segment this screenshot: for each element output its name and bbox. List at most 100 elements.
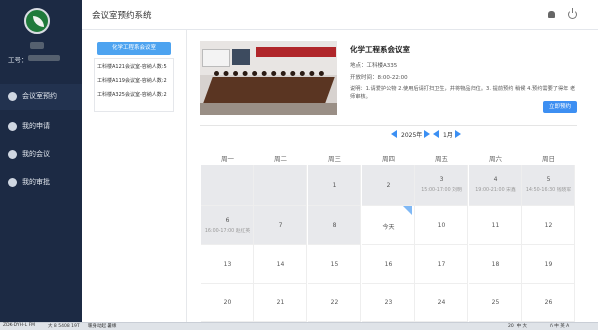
day-number: 26 — [544, 299, 553, 306]
room-list-item[interactable]: 工科楼A119会议室-容纳人数:2 — [97, 77, 173, 84]
taskbar-status-1: 大 8 5408 19T — [48, 324, 80, 329]
day-number: 21 — [276, 299, 285, 306]
day-event: 16:00-17:00 赵红英 — [204, 229, 251, 234]
day-number: 2 — [386, 182, 391, 189]
day-number: 8 — [332, 222, 337, 229]
sidebar: 工号： 会议室预约我的申请我的会议我的审批 — [0, 0, 82, 322]
room-list-item[interactable]: 工科楼A325会议室-容纳人数:2 — [97, 91, 173, 98]
calendar-day[interactable]: 11 — [469, 206, 522, 245]
header: 会议室预约系统 — [82, 0, 598, 30]
calendar-day[interactable]: 12 — [522, 206, 575, 245]
taskbar-tray-1: 20 中 大 — [508, 324, 528, 329]
month-label: 1月 — [443, 132, 453, 139]
calendar-day[interactable]: 1 — [308, 165, 361, 206]
menu-icon — [8, 178, 17, 187]
calendar-day[interactable]: 21 — [254, 284, 307, 322]
day-number: 6 — [225, 217, 230, 224]
bell-icon[interactable] — [548, 11, 555, 18]
room-list: 工科楼A121会议室-容纳人数:5 工科楼A119会议室-容纳人数:2 工科楼A32… — [94, 58, 174, 112]
day-number: 22 — [330, 299, 339, 306]
day-number: 7 — [278, 222, 283, 229]
sidebar-item-0[interactable]: 会议室预约 — [0, 84, 82, 110]
weekday-header: 周一 — [221, 155, 234, 163]
calendar-day[interactable]: 7 — [254, 206, 307, 245]
today-marker — [403, 206, 412, 215]
calendar-day[interactable]: 24 — [415, 284, 468, 322]
weekday-header: 周六 — [489, 155, 502, 163]
next-year-icon[interactable] — [424, 130, 430, 138]
weekday-header: 周四 — [382, 155, 395, 163]
calendar-day[interactable]: 25 — [469, 284, 522, 322]
calendar-day[interactable] — [201, 165, 254, 206]
day-number: 19 — [544, 261, 553, 268]
calendar-day[interactable]: 15 — [308, 245, 361, 284]
calendar-day[interactable]: 6 16:00-17:00 赵红英 — [201, 206, 254, 245]
day-number: 25 — [491, 299, 500, 306]
calendar-day[interactable]: 10 — [415, 206, 468, 245]
calendar-day[interactable]: 3 15:00-17:00 刘明 — [415, 165, 468, 206]
app-window: 工号： 会议室预约我的申请我的会议我的审批 会议室预约系统 化学工程系会议室 工… — [0, 0, 598, 330]
menu-icon — [8, 150, 17, 159]
book-now-button[interactable]: 立即预约 — [543, 101, 577, 113]
day-event: 15:00-17:00 刘明 — [421, 188, 462, 193]
prev-year-icon[interactable] — [391, 130, 397, 138]
day-event: 14:50-16:30 钱晓军 — [525, 188, 572, 193]
room-hours: 开放时间：8:00-22:00 — [350, 75, 408, 81]
calendar-day[interactable]: 14 — [254, 245, 307, 284]
calendar-day[interactable]: 13 — [201, 245, 254, 284]
sidebar-item-2[interactable]: 我的会议 — [0, 142, 82, 168]
year-label: 2025年 — [401, 132, 423, 139]
day-number: 今天 — [382, 224, 395, 231]
next-month-icon[interactable] — [455, 130, 461, 138]
sidebar-item-label: 我的会议 — [22, 150, 50, 158]
calendar-day[interactable]: 26 — [522, 284, 575, 322]
sidebar-item-3[interactable]: 我的审批 — [0, 170, 82, 196]
day-number: 14 — [276, 261, 285, 268]
power-icon[interactable] — [568, 8, 577, 19]
room-note: 说明：1.请爱护公物 2.使用后请打扫卫生，并将物品归位。3. 提前预约 稍候 … — [350, 86, 576, 100]
calendar-day[interactable]: 8 — [308, 206, 361, 245]
day-number: 24 — [437, 299, 446, 306]
taskbar-status-2: 暖身动起 暑缘 — [88, 324, 117, 329]
prev-month-icon[interactable] — [433, 130, 439, 138]
room-location: 地点：工科楼A335 — [350, 63, 398, 69]
separator — [200, 125, 577, 126]
sidebar-item-label: 会议室预约 — [22, 92, 57, 100]
calendar-day[interactable]: 18 — [469, 245, 522, 284]
room-photo — [200, 41, 337, 115]
calendar-day[interactable]: 19 — [522, 245, 575, 284]
day-event: 19:00-21:00 宋鑫 — [475, 188, 516, 193]
divider — [186, 30, 187, 322]
selected-room-button[interactable]: 化学工程系会议室 — [97, 42, 171, 55]
user-id-label: 工号： — [8, 56, 28, 64]
calendar-day[interactable] — [254, 165, 307, 206]
calendar-day[interactable]: 4 19:00-21:00 宋鑫 — [469, 165, 522, 206]
day-number: 16 — [384, 261, 393, 268]
calendar-day[interactable]: 20 — [201, 284, 254, 322]
day-number: 20 — [223, 299, 232, 306]
user-id-blurred — [28, 55, 60, 61]
calendar-day[interactable]: 2 — [362, 165, 415, 206]
calendar-day[interactable]: 23 — [362, 284, 415, 322]
sidebar-item-label: 我的审批 — [22, 178, 50, 186]
taskbar-app[interactable]: ZDK-DYH-L FM — [3, 323, 35, 328]
menu-icon — [8, 122, 17, 131]
day-number: 12 — [544, 222, 553, 229]
day-number: 11 — [491, 222, 500, 229]
calendar-day[interactable]: 17 — [415, 245, 468, 284]
calendar-day[interactable]: 16 — [362, 245, 415, 284]
day-number: 13 — [223, 261, 232, 268]
room-list-item[interactable]: 工科楼A121会议室-容纳人数:5 — [97, 63, 173, 70]
day-number: 18 — [491, 261, 500, 268]
user-name-blurred — [30, 42, 44, 49]
day-number: 10 — [437, 222, 446, 229]
page-title: 会议室预约系统 — [92, 11, 152, 21]
day-number: 17 — [437, 261, 446, 268]
calendar-day[interactable]: 22 — [308, 284, 361, 322]
sidebar-item-1[interactable]: 我的申请 — [0, 114, 82, 140]
day-number: 1 — [332, 182, 337, 189]
weekday-header: 周日 — [542, 155, 555, 163]
calendar-day[interactable]: 5 14:50-16:30 钱晓军 — [522, 165, 575, 206]
day-number: 4 — [493, 176, 498, 183]
sidebar-item-label: 我的申请 — [22, 122, 50, 130]
